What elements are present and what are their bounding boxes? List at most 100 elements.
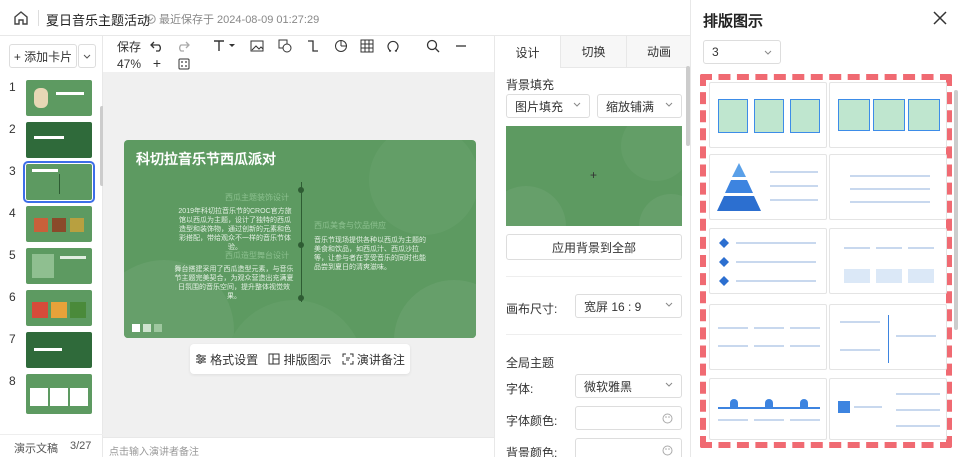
- check-circle-icon: [146, 14, 156, 24]
- layout-diagram-button[interactable]: 排版图示: [268, 351, 332, 368]
- slide-number: 6: [9, 290, 16, 304]
- slide-number: 3: [9, 164, 16, 178]
- layout-option-card[interactable]: [829, 82, 947, 148]
- slide-thumbnail[interactable]: [26, 332, 92, 368]
- undo-icon[interactable]: [149, 38, 165, 54]
- fill-type-value: 图片填充: [515, 99, 564, 114]
- diamond-bullets-icon: [719, 238, 729, 286]
- divider: [506, 334, 682, 335]
- canvas-size-value: 宽屏 16 : 9: [584, 299, 642, 314]
- timeline-dot: [298, 242, 304, 248]
- save-button[interactable]: 保存: [117, 39, 141, 54]
- slide-thumbnail[interactable]: [26, 290, 92, 326]
- layout-option-card[interactable]: [829, 154, 947, 220]
- slide-heading[interactable]: 西瓜美食与饮品供应: [314, 220, 386, 231]
- home-icon[interactable]: [12, 9, 30, 27]
- connector-icon[interactable]: [305, 38, 321, 54]
- font-color-picker[interactable]: [575, 406, 682, 430]
- item-count-select[interactable]: 3: [703, 40, 781, 64]
- slide-thumbnail[interactable]: [26, 248, 92, 284]
- layout-panel: 排版图示 3: [690, 0, 960, 457]
- speaker-notes-input[interactable]: 点击输入演讲者备注: [103, 437, 494, 457]
- layout-option-card[interactable]: [709, 154, 827, 220]
- format-settings-button[interactable]: 格式设置: [195, 351, 258, 368]
- text-tool-icon[interactable]: [211, 38, 237, 54]
- canvas-size-label: 画布尺寸:: [506, 302, 558, 316]
- table-icon[interactable]: [359, 38, 375, 54]
- slide-number: 1: [9, 80, 16, 94]
- fill-mode-select[interactable]: 缩放铺满: [597, 94, 682, 118]
- slide-number: 5: [9, 248, 16, 262]
- slide-title[interactable]: 科切拉音乐节西瓜派对: [136, 149, 276, 169]
- editor-toolbar: 保存 47% +: [103, 36, 494, 72]
- color-swatch[interactable]: [132, 324, 140, 332]
- redo-icon[interactable]: [175, 38, 191, 54]
- item-count-value: 3: [712, 45, 719, 59]
- layout-panel-scrollbar[interactable]: [954, 90, 958, 330]
- layout-option-card[interactable]: [709, 228, 827, 294]
- layout-option-card[interactable]: [709, 82, 827, 148]
- properties-panel: 设计 切换 动画 背景填充 图片填充 缩放铺满 + 应用背景到全部 画布尺寸: …: [494, 36, 691, 457]
- slide-text-block[interactable]: 舞台搭建采用了西瓜造型元素，与音乐节主题完美契合，为观众营造出充满夏日氛围的音乐…: [174, 265, 294, 301]
- fit-screen-icon[interactable]: [177, 57, 191, 71]
- layout-option-card[interactable]: [709, 304, 827, 370]
- slide-thumbnail[interactable]: [26, 80, 92, 116]
- global-theme-label: 全局主题: [506, 356, 555, 370]
- chevron-down-icon: [665, 302, 673, 307]
- save-status: 最近保存于 2024-08-09 01:27:29: [146, 11, 319, 27]
- image-icon[interactable]: [249, 38, 265, 54]
- slide-text-block[interactable]: 2019年科切拉音乐节的CROC官方旅馆以西瓜为主题，设计了独特的西瓜造型和装饰…: [176, 207, 294, 252]
- background-preview[interactable]: +: [506, 126, 682, 226]
- color-swatch[interactable]: [143, 324, 151, 332]
- layout-option-card[interactable]: [829, 304, 947, 370]
- slide-heading[interactable]: 西瓜主题装饰设计: [222, 192, 292, 203]
- canvas-size-select[interactable]: 宽屏 16 : 9: [575, 294, 682, 318]
- slide-text-block[interactable]: 音乐节现场提供各种以西瓜为主题的美食和饮品，如西瓜汁、西瓜沙拉等，让参与者在享受…: [314, 236, 432, 272]
- add-card-button[interactable]: + 添加卡片: [9, 44, 77, 68]
- symbol-omega-icon[interactable]: [385, 38, 401, 54]
- chevron-down-icon: [573, 102, 581, 107]
- presentation-label[interactable]: 演示文稿: [14, 440, 58, 456]
- tab-animation[interactable]: 动画: [626, 36, 691, 68]
- slide-number: 7: [9, 332, 16, 346]
- slide-heading[interactable]: 西瓜造型舞台设计: [222, 250, 292, 261]
- add-card-dropdown[interactable]: [78, 44, 96, 68]
- slide-number: 4: [9, 206, 16, 220]
- save-status-text: 最近保存于 2024-08-09 01:27:29: [159, 14, 320, 26]
- bg-color-picker[interactable]: [575, 438, 682, 457]
- color-swatch[interactable]: [154, 324, 162, 332]
- layout-option-card[interactable]: [829, 228, 947, 294]
- slide-number: 2: [9, 122, 16, 136]
- shape-icon[interactable]: [277, 38, 293, 54]
- slide-thumbnail[interactable]: [26, 206, 92, 242]
- zoom-level[interactable]: 47%: [117, 57, 141, 71]
- apply-background-all-button[interactable]: 应用背景到全部: [506, 234, 682, 260]
- chevron-down-icon: [764, 50, 772, 55]
- slide-thumbnail[interactable]: [26, 374, 92, 414]
- fill-type-select[interactable]: 图片填充: [506, 94, 590, 118]
- slide-canvas[interactable]: 科切拉音乐节西瓜派对 西瓜主题装饰设计 2019年科切拉音乐节的CROC官方旅馆…: [124, 140, 476, 338]
- chevron-down-icon: [665, 102, 673, 107]
- top-bar: 夏日音乐主题活动 最近保存于 2024-08-09 01:27:29: [0, 0, 690, 36]
- speaker-notes-label: 演讲备注: [356, 352, 405, 367]
- search-icon[interactable]: [425, 38, 441, 54]
- chart-pie-icon[interactable]: [333, 38, 349, 54]
- zoom-out-icon[interactable]: [453, 38, 469, 54]
- layout-diagram-label: 排版图示: [283, 352, 332, 367]
- format-settings-label: 格式设置: [210, 352, 259, 367]
- font-select[interactable]: 微软雅黑: [575, 374, 682, 398]
- tab-transition[interactable]: 切换: [560, 36, 626, 68]
- sliders-icon: [196, 354, 207, 364]
- tab-design[interactable]: 设计: [495, 36, 560, 68]
- layout-option-card[interactable]: [709, 378, 827, 440]
- close-icon[interactable]: [931, 9, 949, 27]
- document-title[interactable]: 夏日音乐主题活动: [46, 10, 150, 29]
- speaker-notes-button[interactable]: 演讲备注: [342, 351, 405, 368]
- timeline-dot: [298, 187, 304, 193]
- zoom-in-button[interactable]: +: [150, 55, 164, 71]
- slide-thumbnail[interactable]: [26, 122, 92, 158]
- chevron-down-icon: [665, 382, 673, 387]
- layout-option-card[interactable]: [829, 378, 947, 440]
- bg-color-label: 背景颜色:: [506, 446, 558, 457]
- slide-thumbnail-selected[interactable]: [23, 161, 95, 203]
